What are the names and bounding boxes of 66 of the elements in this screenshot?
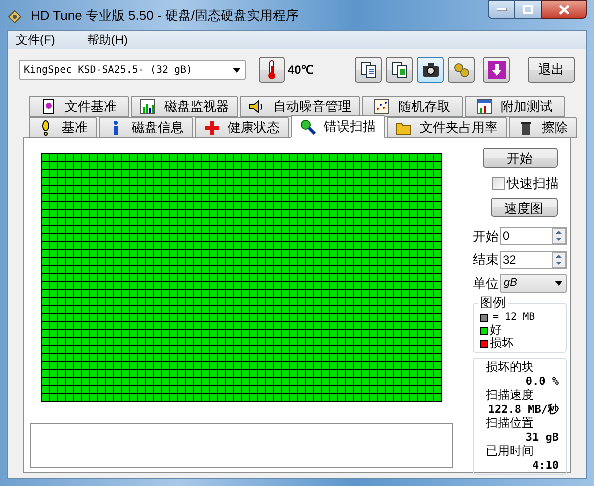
tab[interactable]: 健康状态 (195, 117, 289, 138)
spin-field[interactable]: 32 (500, 250, 567, 269)
stat-value: 0.0 % (526, 375, 559, 388)
spin-arrows-icon (552, 228, 566, 244)
toolbar-button[interactable] (417, 57, 444, 83)
temperature-reading: 40℃ (288, 62, 314, 79)
tab[interactable]: 附加测试 (464, 96, 565, 117)
tab[interactable]: 基准 (29, 117, 97, 138)
temperature-button[interactable] (259, 57, 285, 83)
scatter-icon (374, 98, 390, 114)
stat-value: 122.8 MB/秒 (488, 403, 559, 416)
field-label: 开始 (473, 228, 499, 246)
minimize-button[interactable] (488, 0, 515, 19)
thermometer-icon (267, 60, 277, 80)
window-title: HD Tune 专业版 5.50 - 硬盘/固态硬盘实用程序 (31, 7, 299, 25)
caret-icon (233, 68, 241, 72)
toolbar-button[interactable] (355, 57, 382, 83)
legend-title: 图例 (478, 295, 508, 311)
exit-button[interactable]: 退出 (528, 57, 575, 83)
close-button[interactable] (541, 0, 587, 19)
legend-label: = 12 MB (493, 311, 536, 324)
spin-arrows-icon (552, 252, 566, 268)
trash-icon (518, 120, 534, 136)
cross-icon (204, 120, 220, 136)
tab[interactable]: 擦除 (509, 117, 577, 138)
start-button[interactable]: 开始 (482, 148, 558, 168)
stat-value: 4:10 (532, 459, 559, 472)
chart-window-icon (476, 98, 493, 114)
stat-label: 损坏的块 (486, 360, 535, 375)
copy-all-icon (390, 61, 408, 79)
stat-label: 已用时间 (486, 444, 535, 459)
menu-item[interactable]: 帮助(H) (87, 31, 128, 49)
bar-chart-icon (140, 98, 156, 114)
tab[interactable]: 磁盘信息 (99, 117, 193, 138)
camera-icon (422, 61, 440, 79)
tab[interactable]: 磁盘监视器 (131, 96, 238, 117)
legend-label: 好 (490, 324, 502, 337)
tab[interactable]: 文件基准 (29, 96, 130, 117)
maximize-button[interactable] (515, 0, 541, 19)
tab[interactable]: 文件夹占用率 (387, 117, 507, 138)
stat-label: 扫描速度 (486, 388, 535, 403)
stat-label: 扫描位置 (486, 416, 535, 431)
field-label: 结束 (473, 251, 499, 269)
tab[interactable]: 随机存取 (362, 96, 463, 117)
quick-scan-label: 快速扫描 (507, 175, 559, 193)
magnifier-icon (300, 118, 316, 134)
caret-icon (555, 280, 563, 286)
drive-dropdown[interactable]: KingSpec KSD-SA25.5- (32 gB) (19, 60, 246, 80)
close-icon (558, 4, 570, 14)
quick-scan-checkbox[interactable] (492, 177, 505, 190)
speaker-icon (249, 98, 266, 114)
minimize-icon (496, 8, 506, 12)
toolbar-button[interactable] (386, 57, 413, 83)
legend-label: 损坏 (490, 337, 514, 350)
maximize-icon (523, 5, 533, 14)
speed-map-button[interactable]: 速度图 (490, 198, 558, 216)
field-label: 单位 (473, 274, 499, 292)
menu-item[interactable]: 文件(F) (16, 31, 56, 49)
unit-dropdown[interactable]: gB (500, 274, 567, 293)
stat-value: 31 gB (526, 431, 559, 444)
tab[interactable]: 错误扫描 (291, 115, 385, 138)
gears-icon (452, 61, 470, 79)
copy-icon (360, 61, 378, 79)
spin-field[interactable]: 0 (500, 227, 567, 246)
document-icon (41, 98, 58, 114)
tab[interactable]: 自动噪音管理 (240, 96, 360, 117)
